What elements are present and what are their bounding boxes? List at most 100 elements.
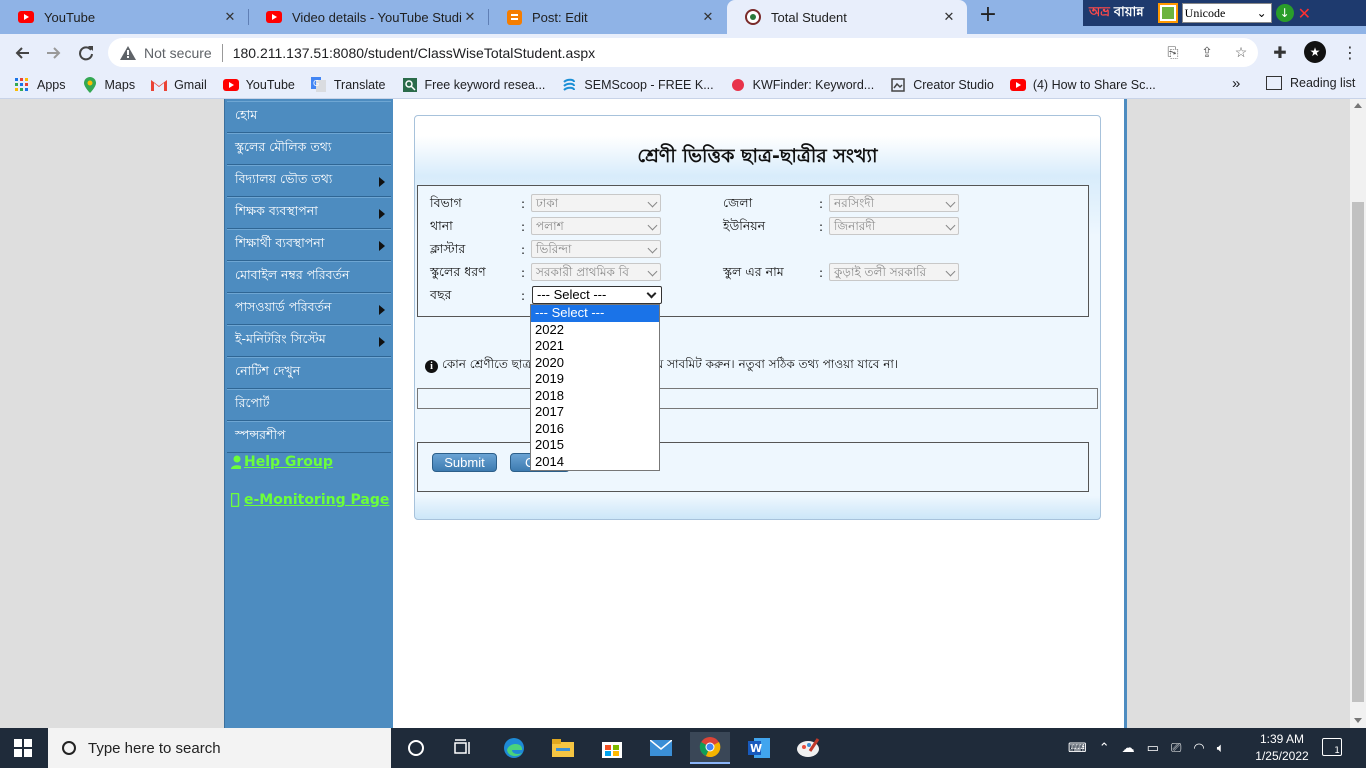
tab-total-student[interactable]: Total Student ✕ [727,0,967,34]
year-option[interactable]: 2021 [531,338,659,355]
warning-icon[interactable] [120,45,136,60]
ime-encoding-value: Unicode [1184,5,1226,20]
sidebar-item-notice[interactable]: নোটিশ দেখুন [227,357,391,389]
year-option[interactable]: --- Select --- [531,305,659,322]
bookmark-free-keyword[interactable]: Free keyword resea... [402,77,545,93]
year-option[interactable]: 2018 [531,388,659,405]
extensions-puzzle-icon[interactable]: ✚ [1268,40,1292,64]
monitor-icon[interactable]: ⎚ [1171,741,1181,756]
youtube-icon [1009,77,1026,93]
page-scrollbar[interactable] [1350,99,1366,728]
year-option[interactable]: 2019 [531,371,659,388]
reading-list-button[interactable]: Reading list [1266,76,1355,90]
address-bar[interactable]: Not secure 180.211.137.51:8080/student/C… [108,38,1258,67]
sidebar-item-mobile-number-change[interactable]: মোবাইল নম্বর পরিবর্তন [227,261,391,293]
file-explorer-icon[interactable] [543,732,583,764]
bookmark-apps[interactable]: Apps [14,77,66,93]
scroll-down-arrow-icon[interactable] [1354,718,1362,723]
close-icon[interactable]: ✕ [700,9,716,25]
battery-icon[interactable]: ▭ [1147,741,1159,756]
school-name-select[interactable]: কুড়াই তলী সরকারি [829,263,959,281]
sidebar-item-school-basic-info[interactable]: স্কুলের মৌলিক তথ্য [227,133,391,165]
bookmark-translate[interactable]: G Translate [311,77,386,93]
tab-youtube[interactable]: YouTube ✕ [0,0,248,34]
submit-button[interactable]: Submit [432,453,497,472]
sidebar-item-home[interactable]: হোম [227,101,391,133]
year-option[interactable]: 2020 [531,355,659,372]
keyboard-icon[interactable]: ⌨ [1068,741,1087,756]
bookmark-kwfinder[interactable]: KWFinder: Keyword... [730,77,874,93]
scroll-up-arrow-icon[interactable] [1354,103,1362,108]
chevron-up-icon[interactable]: ⌃ [1099,741,1110,756]
close-icon[interactable]: ✕ [462,9,478,25]
e-monitoring-page-link[interactable]: e-Monitoring Page [231,492,389,508]
year-option[interactable]: 2014 [531,454,659,471]
windows-start-icon[interactable] [14,739,32,757]
forward-arrow-icon[interactable] [41,40,67,66]
reload-icon[interactable] [73,40,99,66]
new-tab-button[interactable]: + [976,4,1000,28]
year-option[interactable]: 2022 [531,322,659,339]
year-option[interactable]: 2017 [531,404,659,421]
close-icon[interactable]: ✕ [941,9,957,25]
bookmark-semscoop[interactable]: SEMScoop - FREE K... [561,77,714,93]
task-view-icon[interactable] [443,732,483,764]
chrome-icon[interactable] [690,732,730,764]
store-icon[interactable] [592,732,632,764]
volume-icon[interactable]: 🔈︎ [1217,741,1225,756]
sidebar-item-password-change[interactable]: পাসওয়ার্ড পরিবর্তন [227,293,391,325]
paint-app-icon[interactable] [788,732,828,764]
menu-kebab-icon[interactable]: ⋮ [1338,40,1362,64]
bookmark-star-icon[interactable]: ☆ [1232,43,1250,61]
word-icon[interactable]: W [739,732,779,764]
sidebar-item-report[interactable]: রিপোর্ট [227,389,391,421]
sidebar-item-sponsorship[interactable]: স্পন্সরশীপ [227,421,391,453]
sidebar-item-label: শিক্ষক ব্যবস্থাপনা [235,203,318,218]
mail-icon[interactable] [641,732,681,764]
year-option[interactable]: 2016 [531,421,659,438]
close-icon[interactable]: ✕ [222,9,238,25]
keyword-icon [402,77,418,93]
sidebar-item-student-management[interactable]: শিক্ষার্থী ব্যবস্থাপনা [227,229,391,261]
tab-video-details[interactable]: Video details - YouTube Studio ✕ [248,0,488,34]
download-icon[interactable]: ↓ [1275,4,1294,22]
tab-title: Post: Edit [532,9,588,25]
notification-center-icon[interactable]: 1 [1322,738,1342,756]
sidebar-item-teacher-management[interactable]: শিক্ষক ব্যবস্থাপনা [227,197,391,229]
share-icon[interactable]: ⇪ [1198,43,1216,61]
year-option[interactable]: 2015 [531,437,659,454]
tab-post-edit[interactable]: Post: Edit ✕ [488,0,726,34]
union-select[interactable]: জিনারদী [829,217,959,235]
bookmark-maps[interactable]: Maps [82,76,135,93]
cluster-select[interactable]: ভিরিন্দা [531,240,661,258]
division-select[interactable]: ঢাকা [531,194,661,212]
close-icon[interactable]: ✕ [1298,4,1311,23]
year-select[interactable]: --- Select --- [532,286,662,304]
profile-avatar-icon[interactable]: ★ [1304,41,1326,63]
sidebar-item-e-monitoring[interactable]: ই-মনিটরিং সিস্টেম [227,325,391,357]
bookmarks-bar: Apps Maps Gmail YouTube G Translate Free… [0,71,1366,99]
cloud-icon[interactable]: ☁ [1122,741,1135,756]
url-text[interactable]: 180.211.137.51:8080/student/ClassWiseTot… [233,45,595,61]
ime-toggle-button[interactable] [1157,3,1178,23]
scrollbar-thumb[interactable] [1352,202,1364,702]
thana-select[interactable]: পলাশ [531,217,661,235]
ime-encoding-select[interactable]: Unicode ⌄ [1181,3,1272,23]
taskbar-clock[interactable]: 1:39 AM 1/25/2022 [1252,731,1312,765]
help-group-link[interactable]: Help Group [231,454,333,470]
bookmark-gmail[interactable]: Gmail [151,77,207,93]
taskbar-search[interactable]: Type here to search [48,728,391,768]
bookmark-youtube[interactable]: YouTube [222,77,295,93]
bookmark-creator-studio[interactable]: Creator Studio [890,77,994,93]
edge-browser-icon[interactable] [494,732,534,764]
cortana-icon[interactable] [396,732,436,764]
sidebar-item-school-physical-info[interactable]: বিদ্যালয় ভৌত তথ্য [227,165,391,197]
school-type-select[interactable]: সরকারী প্রাথমিক বি [531,263,661,281]
more-bookmarks-button[interactable]: » [1232,75,1240,92]
translate-icon[interactable]: ⎘ [1164,43,1182,61]
back-arrow-icon[interactable] [9,40,35,66]
division-label: বিভাগ [430,195,462,210]
bookmark-how-to-share[interactable]: (4) How to Share Sc... [1009,77,1156,93]
district-select[interactable]: নরসিংদী [829,194,959,212]
wifi-icon[interactable]: ◠ [1193,741,1204,756]
